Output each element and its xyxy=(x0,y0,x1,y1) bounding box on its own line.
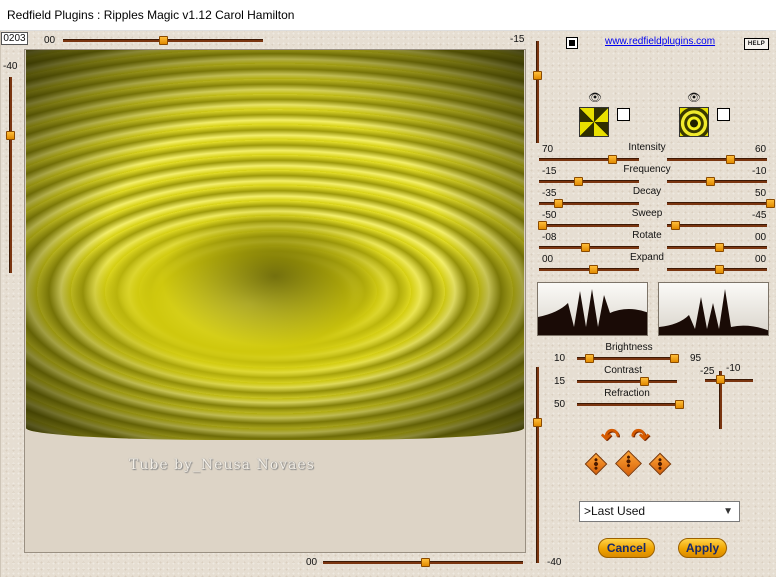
frequency-left-thumb[interactable] xyxy=(574,177,583,186)
curve-graph-right-shape xyxy=(659,289,768,335)
expand-right-thumb[interactable] xyxy=(715,265,724,274)
contrast-thumb[interactable] xyxy=(640,377,649,386)
pattern-swatch-1[interactable] xyxy=(579,107,609,137)
eye-icon: 👁 xyxy=(588,92,602,104)
refraction-label: Refraction xyxy=(604,388,650,399)
pattern-2-checkbox[interactable] xyxy=(717,108,730,121)
right-upper-slider-thumb[interactable] xyxy=(533,71,542,80)
bottom-slider-left-value: 00 xyxy=(306,557,318,568)
left-slider-thumb[interactable] xyxy=(6,131,15,140)
frequency-right-thumb[interactable] xyxy=(706,177,715,186)
expand-right-value: 00 xyxy=(755,254,767,265)
left-slider-value: -40 xyxy=(3,61,18,72)
sweep-right-track[interactable] xyxy=(667,224,767,227)
curve-graph-left-shape xyxy=(538,289,647,335)
apply-button[interactable]: Apply xyxy=(678,538,727,558)
eye-icon: 👁 xyxy=(687,92,701,104)
rotate-right-value: 00 xyxy=(755,232,767,243)
rotate-left-thumb[interactable] xyxy=(581,243,590,252)
decay-label: Decay xyxy=(632,186,662,197)
intensity-right-track[interactable] xyxy=(667,158,767,161)
intensity-right-value: 60 xyxy=(755,144,767,155)
preset-dropdown[interactable]: >Last Used ▼ xyxy=(579,501,740,522)
rotate-label: Rotate xyxy=(632,230,662,241)
light-x-value: -25 xyxy=(700,366,715,377)
decay-left-value: -35 xyxy=(542,188,557,199)
light-dir-thumb[interactable] xyxy=(716,375,725,384)
right-lower-slider-track[interactable] xyxy=(536,367,539,563)
cancel-button[interactable]: Cancel xyxy=(598,538,655,558)
frequency-left-value: -15 xyxy=(542,166,557,177)
light-y-value: -10 xyxy=(726,363,741,374)
website-link[interactable]: www.redfieldplugins.com xyxy=(605,36,715,47)
rotate-right-thumb[interactable] xyxy=(715,243,724,252)
brightness-right-thumb[interactable] xyxy=(670,354,679,363)
frequency-left-track[interactable] xyxy=(539,180,639,183)
contrast-value: 15 xyxy=(554,376,566,387)
watermark-text: Tube by_Neusa Novaes xyxy=(129,457,315,473)
contrast-label: Contrast xyxy=(604,365,642,376)
brightness-right-value: 95 xyxy=(690,353,702,364)
intensity-left-track[interactable] xyxy=(539,158,639,161)
decay-right-value: 50 xyxy=(755,188,767,199)
bottom-slider-thumb[interactable] xyxy=(421,558,430,567)
window-title: Redfield Plugins : Ripples Magic v1.12 C… xyxy=(0,0,776,31)
chevron-down-icon: ▼ xyxy=(723,506,733,517)
brightness-left-thumb[interactable] xyxy=(585,354,594,363)
expand-left-value: 00 xyxy=(542,254,554,265)
redo-arrow-icon[interactable]: ↷ xyxy=(631,424,649,450)
top-slider-thumb[interactable] xyxy=(159,36,168,45)
sweep-left-value: -50 xyxy=(542,210,557,221)
expand-label: Expand xyxy=(630,252,664,263)
sweep-label: Sweep xyxy=(631,208,663,219)
intensity-right-thumb[interactable] xyxy=(726,155,735,164)
preview-area[interactable] xyxy=(24,49,526,553)
frame-counter: 0203 xyxy=(1,32,28,45)
color-mode-button[interactable] xyxy=(566,37,578,49)
top-slider-right-value: -15 xyxy=(510,34,525,45)
preset-selected-value: >Last Used xyxy=(584,504,646,518)
decay-right-thumb[interactable] xyxy=(766,199,775,208)
random-small-dice-icon[interactable] xyxy=(584,452,608,476)
refraction-track[interactable] xyxy=(577,403,681,406)
decay-right-track[interactable] xyxy=(667,202,767,205)
brightness-label: Brightness xyxy=(605,342,653,353)
sweep-left-track[interactable] xyxy=(539,224,639,227)
brightness-left-value: 10 xyxy=(554,353,566,364)
frequency-right-value: -10 xyxy=(752,166,767,177)
intensity-left-thumb[interactable] xyxy=(608,155,617,164)
random-right-dice-icon[interactable] xyxy=(648,452,672,476)
help-button[interactable]: HELP xyxy=(744,38,769,50)
curve-graph-right[interactable] xyxy=(658,282,769,336)
right-upper-slider-track[interactable] xyxy=(536,41,539,143)
pattern-1-checkbox[interactable] xyxy=(617,108,630,121)
decay-left-thumb[interactable] xyxy=(554,199,563,208)
frequency-right-track[interactable] xyxy=(667,180,767,183)
left-slider-track[interactable] xyxy=(9,77,12,273)
preview-image[interactable] xyxy=(26,50,524,440)
refraction-value: 50 xyxy=(554,399,566,410)
random-all-dice-icon[interactable] xyxy=(615,450,642,477)
light-dir-horizontal-track[interactable] xyxy=(705,379,753,382)
curve-graph-left[interactable] xyxy=(537,282,648,336)
undo-arrow-icon[interactable]: ↶ xyxy=(601,424,619,450)
sweep-left-thumb[interactable] xyxy=(538,221,547,230)
pattern-swatch-2[interactable] xyxy=(679,107,709,137)
rotate-left-value: -08 xyxy=(542,232,557,243)
refraction-thumb[interactable] xyxy=(675,400,684,409)
intensity-label: Intensity xyxy=(628,142,666,153)
frequency-label: Frequency xyxy=(623,164,671,175)
sweep-right-thumb[interactable] xyxy=(671,221,680,230)
intensity-left-value: 70 xyxy=(542,144,554,155)
expand-left-thumb[interactable] xyxy=(589,265,598,274)
contrast-track[interactable] xyxy=(577,380,677,383)
right-lower-slider-thumb[interactable] xyxy=(533,418,542,427)
sweep-right-value: -45 xyxy=(752,210,767,221)
bottom-slider-right-value: -40 xyxy=(547,557,562,568)
top-slider-left-value: 00 xyxy=(44,35,56,46)
plugin-panel: 0203 00 -15 -40 Tube by_Neusa Novaes 00 … xyxy=(0,31,776,577)
